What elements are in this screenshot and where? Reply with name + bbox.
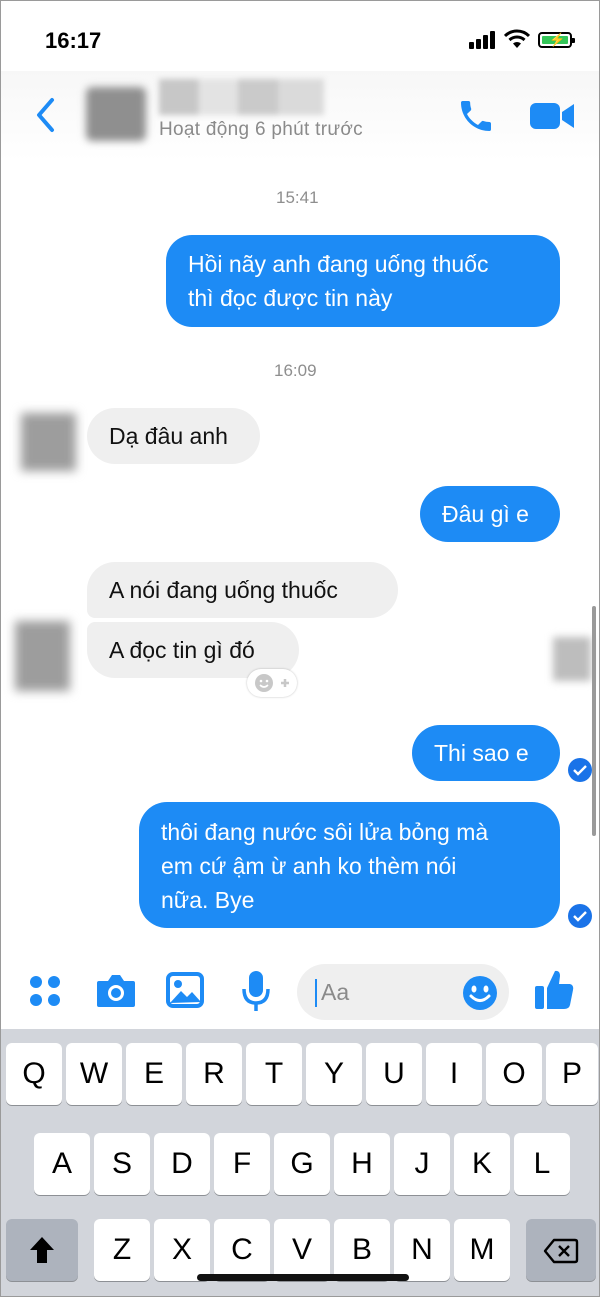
sender-avatar[interactable] (15, 621, 70, 691)
key[interactable]: A (34, 1133, 90, 1195)
key[interactable]: T (246, 1043, 302, 1105)
key[interactable]: G (274, 1133, 330, 1195)
key[interactable]: I (426, 1043, 482, 1105)
key[interactable]: S (94, 1133, 150, 1195)
outgoing-message[interactable]: Thi sao e (412, 725, 560, 781)
incoming-message[interactable]: A nói đang uống thuốc (87, 562, 398, 618)
outgoing-message[interactable]: Đâu gì e (420, 486, 560, 542)
seen-check-icon (568, 904, 592, 928)
microphone-icon[interactable] (241, 969, 271, 1013)
composer-bar: Aa (1, 959, 599, 1029)
shift-key[interactable] (6, 1219, 78, 1281)
key[interactable]: O (486, 1043, 542, 1105)
active-status: Hoạt động 6 phút trước (159, 119, 363, 140)
key[interactable]: C (214, 1219, 270, 1281)
message-line: em cứ ậm ừ anh ko thèm nói (161, 853, 457, 879)
home-indicator[interactable] (197, 1274, 409, 1281)
key[interactable]: X (154, 1219, 210, 1281)
key[interactable]: L (514, 1133, 570, 1195)
incoming-message[interactable]: Dạ đâu anh (87, 408, 260, 464)
shift-icon (30, 1237, 54, 1263)
status-bar: 16:17 ⚡ (1, 1, 599, 71)
key[interactable]: U (366, 1043, 422, 1105)
contact-avatar[interactable] (86, 87, 146, 141)
key[interactable]: M (454, 1219, 510, 1281)
key[interactable]: D (154, 1133, 210, 1195)
timestamp: 15:41 (276, 188, 319, 207)
camera-icon[interactable] (95, 973, 137, 1009)
key[interactable]: Q (6, 1043, 62, 1105)
key[interactable]: H (334, 1133, 390, 1195)
sender-avatar[interactable] (21, 413, 76, 471)
key[interactable]: F (214, 1133, 270, 1195)
key[interactable]: N (394, 1219, 450, 1281)
text-caret (315, 979, 317, 1007)
message-line: Hồi nãy anh đang uống thuốc (188, 251, 489, 277)
outgoing-message[interactable]: thôi đang nước sôi lửa bỏng mà em cứ ậm … (139, 802, 560, 928)
contact-name-redacted[interactable] (159, 79, 324, 115)
timestamp: 16:09 (274, 361, 317, 380)
key[interactable]: J (394, 1133, 450, 1195)
scrollbar[interactable] (592, 606, 596, 836)
chat-header: Hoạt động 6 phút trước (1, 71, 599, 161)
key[interactable]: Z (94, 1219, 150, 1281)
phone-icon[interactable] (456, 96, 496, 136)
cellular-signal-icon (469, 31, 497, 49)
menu-dots-icon[interactable] (27, 973, 63, 1009)
key[interactable]: W (66, 1043, 122, 1105)
message-input[interactable]: Aa (297, 964, 509, 1020)
keyboard: Q W E R T Y U I O P A S D F G H J K L Z … (1, 1029, 599, 1296)
back-chevron-icon[interactable] (31, 95, 61, 135)
key[interactable]: R (186, 1043, 242, 1105)
read-receipt-avatar (553, 637, 591, 681)
video-camera-icon[interactable] (528, 99, 576, 133)
image-icon[interactable] (165, 971, 205, 1009)
backspace-icon (543, 1238, 579, 1264)
status-time: 16:17 (45, 28, 102, 53)
like-icon[interactable] (533, 967, 575, 1011)
seen-check-icon (568, 758, 592, 782)
add-reaction-button[interactable] (247, 669, 297, 697)
backspace-key[interactable] (526, 1219, 596, 1281)
message-line: thôi đang nước sôi lửa bỏng mà (161, 819, 489, 845)
key[interactable]: V (274, 1219, 330, 1281)
wifi-icon (504, 29, 530, 48)
key[interactable]: K (454, 1133, 510, 1195)
emoji-icon[interactable] (461, 974, 499, 1012)
key[interactable]: B (334, 1219, 390, 1281)
add-reaction-icon (255, 674, 289, 692)
key[interactable]: Y (306, 1043, 362, 1105)
message-input-placeholder: Aa (321, 979, 350, 1005)
screen: 16:17 ⚡ Hoạt động 6 phút trước 15:41 Hồi… (0, 0, 600, 1297)
message-line: thì đọc được tin này (188, 285, 393, 311)
key[interactable]: P (546, 1043, 598, 1105)
key[interactable]: E (126, 1043, 182, 1105)
battery-icon: ⚡ (538, 32, 575, 48)
outgoing-message[interactable]: Hồi nãy anh đang uống thuốc thì đọc được… (166, 235, 560, 327)
message-line: nữa. Bye (161, 887, 255, 913)
